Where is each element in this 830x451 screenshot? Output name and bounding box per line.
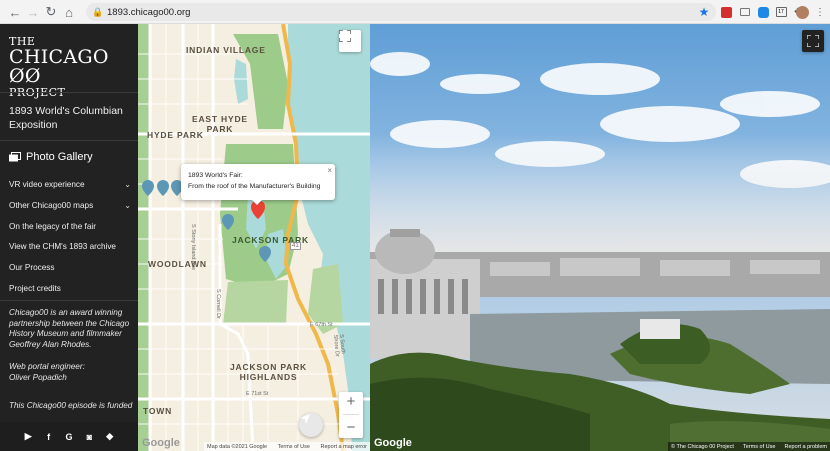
instagram-icon[interactable]: ◙ xyxy=(84,432,94,442)
chevron-down-icon: ⌄ xyxy=(124,179,131,189)
divider xyxy=(0,92,138,93)
map-label-town: TOWN xyxy=(143,406,173,416)
photo-gallery-label: Photo Gallery xyxy=(26,151,93,163)
google-logo[interactable]: Google xyxy=(142,437,180,449)
navigation-arrow-icon xyxy=(300,414,310,424)
menu-item-label: On the legacy of the fair xyxy=(9,221,96,231)
forward-arrow-icon[interactable]: → xyxy=(24,3,42,21)
menu-item-label: Project credits xyxy=(9,283,61,293)
panorama-image xyxy=(370,24,830,451)
street-label: E 71st St xyxy=(246,391,269,397)
extension-red-icon[interactable] xyxy=(719,5,733,19)
about-text: Chicago00 is an award winning partnershi… xyxy=(9,308,130,349)
pano-terms-link[interactable]: Terms of Use xyxy=(743,444,775,450)
extension-blue-icon[interactable] xyxy=(756,5,770,19)
street-label: S Stony Island Ave xyxy=(190,224,196,271)
map-label-hyde-park: HYDE PARK xyxy=(147,130,204,140)
url-text: 1893.chicago00.org xyxy=(107,6,191,18)
map-terms-link[interactable]: Terms of Use xyxy=(278,444,310,450)
funding-text: This Chicago00 episode is funded xyxy=(9,401,133,410)
chevron-down-icon: ⌄ xyxy=(124,200,131,210)
address-bar[interactable]: 🔒 1893.chicago00.org xyxy=(86,3,716,21)
map-info-popup: 1893 World's Fair: From the roof of the … xyxy=(181,164,335,205)
home-icon[interactable]: ⌂ xyxy=(60,3,78,21)
photo-gallery-link[interactable]: Photo Gallery xyxy=(9,151,93,163)
map-panel[interactable]: INDIAN VILLAGE EAST HYDE PARK HYDE PARK … xyxy=(138,24,370,451)
menu-item-other-maps[interactable]: Other Chicago00 maps ⌄ xyxy=(9,199,131,211)
street-label: E 67th St xyxy=(310,322,333,328)
divider xyxy=(0,300,138,301)
extension-badge-icon[interactable]: 17 xyxy=(774,5,788,19)
menu-item-our-process[interactable]: Our Process xyxy=(9,261,131,273)
social-links: ▶ f G ◙ ◆ xyxy=(0,422,138,451)
logo-line-2: CHICAGO ØØ xyxy=(9,46,109,87)
map-fullscreen-button[interactable] xyxy=(339,30,361,52)
profile-avatar[interactable] xyxy=(794,4,810,20)
street-label: S Cornell Dr xyxy=(215,289,221,319)
fullscreen-icon xyxy=(807,35,819,47)
map-label-jackson-park-highlands: JACKSON PARK HIGHLANDS xyxy=(230,362,307,382)
zoom-divider xyxy=(343,414,359,416)
youtube-icon[interactable]: ▶ xyxy=(23,431,33,442)
map-label-woodlawn: WOODLAWN xyxy=(148,259,207,269)
engineer-label: Web portal engineer: xyxy=(9,362,85,371)
divider xyxy=(0,140,138,141)
bookmark-star-icon[interactable]: ★ xyxy=(697,5,711,19)
facebook-icon[interactable]: f xyxy=(44,432,54,442)
menu-item-label: Other Chicago00 maps xyxy=(9,200,94,210)
reload-icon[interactable]: ↻ xyxy=(42,3,60,21)
sidebar: THE CHICAGO ØØ PROJECT 1893 World's Colu… xyxy=(0,24,138,451)
google-logo[interactable]: Google xyxy=(374,437,412,449)
menu-item-label: VR video experience xyxy=(9,179,85,189)
browser-menu-icon[interactable]: ⋮ xyxy=(813,5,827,19)
street-view-panorama[interactable]: Google © The Chicago 00 Project Terms of… xyxy=(370,24,830,451)
menu-item-legacy[interactable]: On the legacy of the fair xyxy=(9,220,131,232)
menu-item-label: View the CHM's 1893 archive xyxy=(9,241,116,251)
street-label: S South Shore Dr xyxy=(332,334,346,357)
pano-copyright: © The Chicago 00 Project xyxy=(671,443,734,450)
browser-toolbar: ← → ↻ ⌂ 🔒 1893.chicago00.org ★ 17 ❖ ⋮ xyxy=(0,0,830,24)
popup-close-button[interactable]: × xyxy=(327,165,332,176)
menu-item-chm-archive[interactable]: View the CHM's 1893 archive xyxy=(9,240,131,252)
menu-item-vr-video[interactable]: VR video experience ⌄ xyxy=(9,178,131,190)
extension-gray-icon[interactable] xyxy=(738,5,752,19)
diamond-icon[interactable]: ◆ xyxy=(105,431,115,442)
menu-item-label: Our Process xyxy=(9,262,55,272)
back-arrow-icon[interactable]: ← xyxy=(6,3,24,21)
popup-tail xyxy=(252,200,262,205)
project-logo[interactable]: THE CHICAGO ØØ PROJECT xyxy=(9,36,138,98)
popup-description: From the roof of the Manufacturer's Buil… xyxy=(188,183,321,190)
menu-item-project-credits[interactable]: Project credits xyxy=(9,282,131,294)
photo-gallery-icon xyxy=(9,152,21,162)
street-view-button[interactable] xyxy=(299,413,323,437)
map-data-credit: Map data ©2021 Google xyxy=(207,443,268,450)
zoom-in-button[interactable]: + xyxy=(347,394,356,410)
engineer-name: Oliver Popadich xyxy=(9,373,67,382)
map-report-link[interactable]: Report a map error xyxy=(321,444,367,450)
pano-report-link[interactable]: Report a problem xyxy=(785,444,828,450)
google-icon[interactable]: G xyxy=(64,432,74,442)
map-label-indian-village: INDIAN VILLAGE xyxy=(186,45,266,55)
route-shield: 41 xyxy=(290,242,301,250)
pano-attribution: © The Chicago 00 Project Terms of Use Re… xyxy=(668,442,830,451)
zoom-out-button[interactable]: − xyxy=(347,419,356,436)
episode-title[interactable]: 1893 World's Columbian Exposition xyxy=(9,104,133,132)
lock-icon: 🔒 xyxy=(92,7,104,17)
popup-title: 1893 World's Fair: xyxy=(188,172,243,179)
map-attribution: Map data ©2021 Google Terms of Use Repor… xyxy=(204,442,370,451)
fullscreen-icon xyxy=(339,30,351,42)
zoom-control: + − xyxy=(339,392,363,438)
pano-fullscreen-button[interactable] xyxy=(802,30,824,52)
